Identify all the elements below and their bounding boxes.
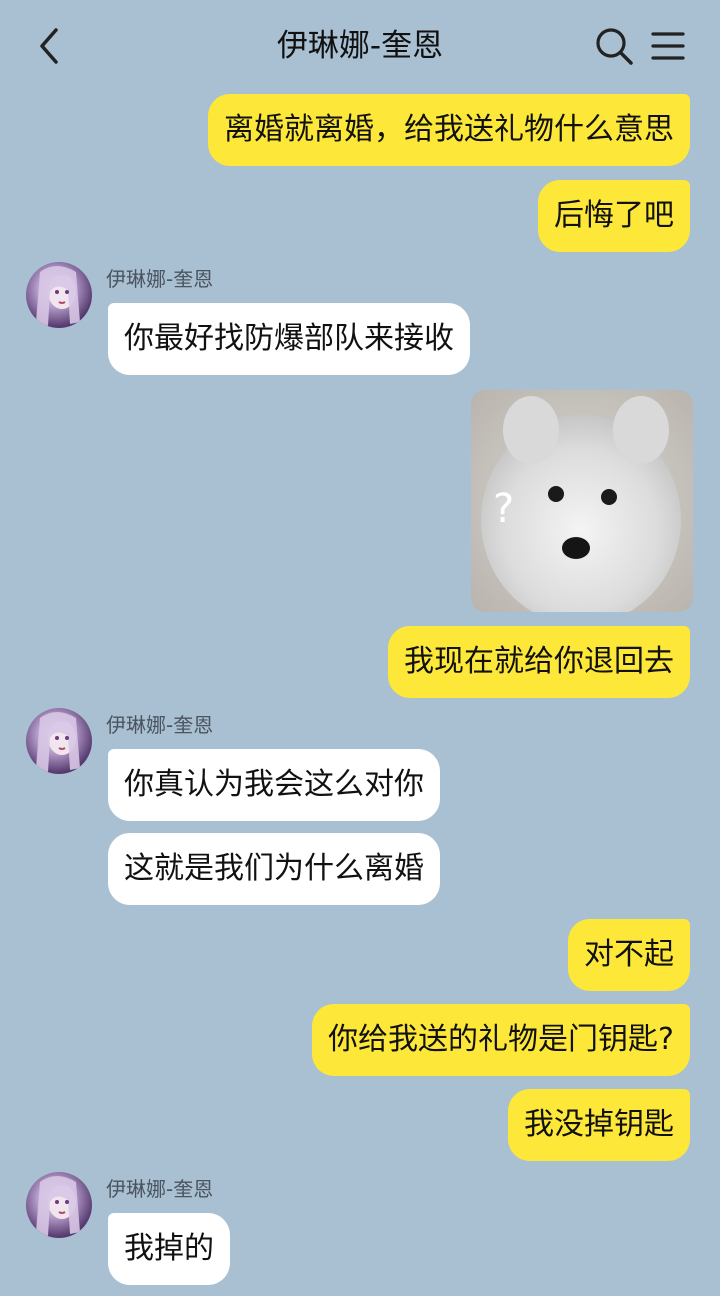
message-bubble-outgoing[interactable]: 我没掉钥匙 — [508, 1089, 690, 1161]
avatar[interactable] — [26, 1172, 92, 1238]
message-bubble-outgoing[interactable]: 离婚就离婚，给我送礼物什么意思 — [208, 94, 690, 166]
avatar-image — [36, 1176, 80, 1236]
search-icon — [596, 28, 633, 65]
sender-name: 伊琳娜-奎恩 — [106, 713, 214, 737]
menu-button[interactable] — [650, 28, 686, 64]
message-bubble-incoming[interactable]: 你真认为我会这么对你 — [108, 749, 440, 821]
avatar-image — [36, 266, 80, 326]
avatar-image — [36, 712, 80, 772]
sender-name: 伊琳娜-奎恩 — [106, 267, 214, 291]
sticker-question-mark: ? — [493, 486, 514, 532]
fluffy-dog-question-sticker: ? — [471, 390, 693, 612]
sender-name: 伊琳娜-奎恩 — [106, 1177, 214, 1201]
message-bubble-incoming[interactable]: 你最好找防爆部队来接收 — [108, 303, 470, 375]
message-bubble-incoming[interactable]: 这就是我们为什么离婚 — [108, 833, 440, 905]
menu-icon — [651, 32, 685, 60]
chat-header: 伊琳娜-奎恩 — [0, 0, 720, 92]
message-bubble-incoming[interactable]: 我掉的 — [108, 1213, 230, 1285]
message-bubble-outgoing[interactable]: 你给我送的礼物是门钥匙? — [312, 1004, 690, 1076]
avatar[interactable] — [26, 262, 92, 328]
sticker-message[interactable]: ? — [471, 390, 693, 612]
message-bubble-outgoing[interactable]: 对不起 — [568, 919, 690, 991]
search-button[interactable] — [594, 26, 634, 66]
message-bubble-outgoing[interactable]: 我现在就给你退回去 — [388, 626, 690, 698]
message-bubble-outgoing[interactable]: 后悔了吧 — [538, 180, 690, 252]
avatar[interactable] — [26, 708, 92, 774]
